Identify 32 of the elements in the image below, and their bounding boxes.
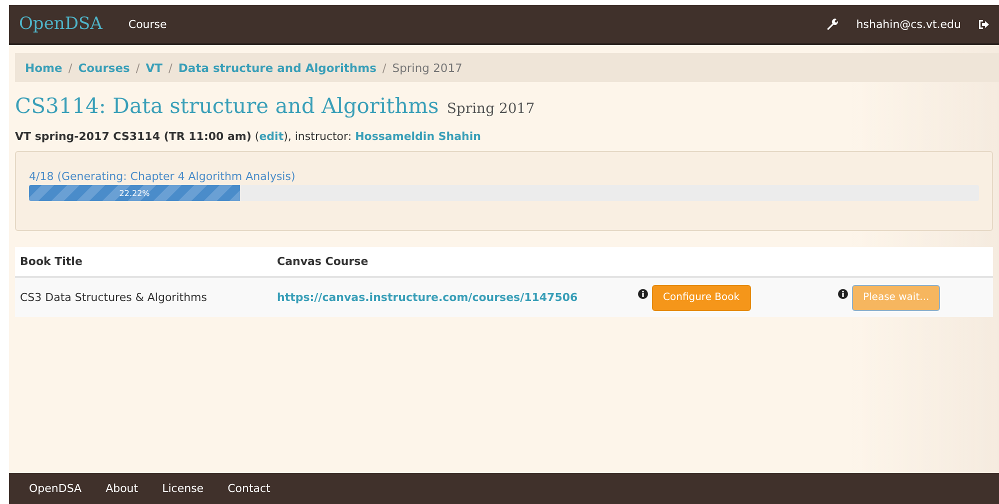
sign-out-icon[interactable] — [979, 20, 989, 28]
term-label: Spring 2017 — [446, 101, 535, 117]
instructor-link[interactable]: Hossameldin Shahin — [355, 130, 481, 143]
breadcrumb-separator: / — [68, 60, 72, 74]
configure-button[interactable]: Configure Book — [652, 284, 751, 310]
wrench-icon[interactable] — [826, 18, 838, 30]
info-icon — [638, 288, 648, 298]
column-header: Book Title — [20, 255, 84, 268]
edit-link[interactable]: edit — [259, 130, 284, 143]
user-link[interactable]: hshahin@cs.vt.edu — [856, 18, 961, 30]
current-page-label: Spring 2017 — [392, 60, 462, 74]
breadcrumb-separator: / — [136, 60, 140, 74]
canvas-link[interactable]: https://canvas.instructure.com/courses/1147506 — [277, 291, 632, 304]
breadcrumb-link[interactable]: Data structure and Algorithms — [178, 60, 376, 74]
offering-info: VT spring-2017 CS3114 (TR 11:00 am) (edit), instructor: Hossameldin Shahin — [15, 130, 482, 143]
breadcrumb-separator: / — [168, 60, 172, 74]
table-cell-text: CS3 Data Structures & Algorithms — [20, 291, 208, 304]
breadcrumb-link[interactable]: VT — [146, 60, 163, 74]
breadcrumb-link[interactable]: Home — [25, 60, 62, 74]
progress-fill: 22.22% — [29, 185, 240, 201]
breadcrumb-separator: / — [382, 60, 386, 74]
footer-link[interactable]: License — [162, 482, 204, 495]
brand-link[interactable]: OpenDSA — [19, 14, 102, 34]
breadcrumb-link[interactable]: Courses — [78, 60, 130, 74]
footer-link[interactable]: Contact — [228, 482, 270, 495]
progress-status: 4/18 (Generating: Chapter 4 Algorithm Analysis) — [29, 170, 296, 183]
footer-link[interactable]: OpenDSA — [29, 482, 82, 495]
info-icon — [838, 288, 848, 298]
nav-link[interactable]: Course — [128, 18, 167, 30]
footer-link[interactable]: About — [106, 482, 138, 495]
column-header: Canvas Course — [277, 255, 370, 268]
page-title: CS3114: Data structure and Algorithms — [15, 94, 439, 118]
